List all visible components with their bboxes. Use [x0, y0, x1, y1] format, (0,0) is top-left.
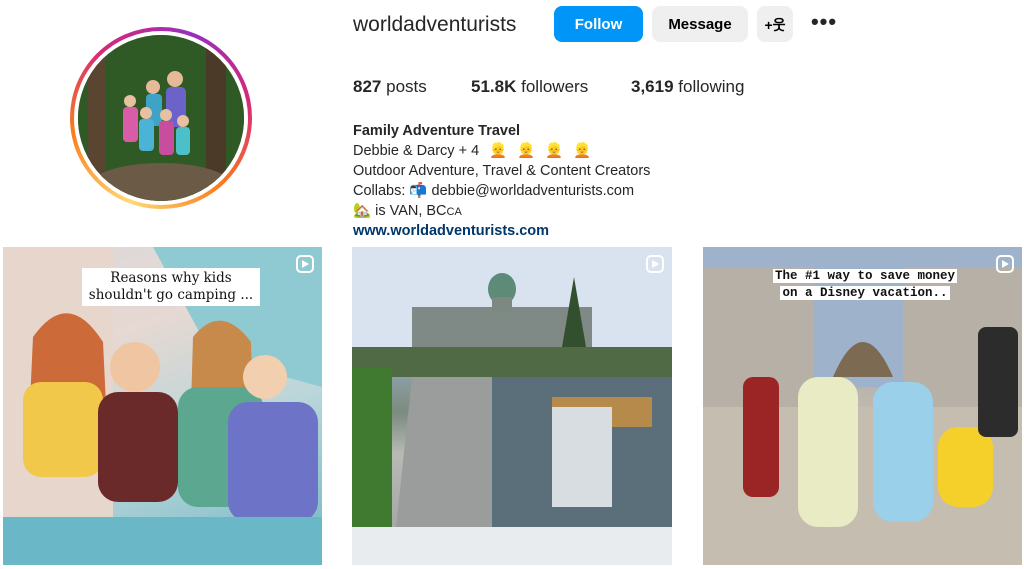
profile-bio: Family Adventure Travel Debbie & Darcy +…	[353, 121, 650, 241]
person-emoji-icon: 👱	[489, 143, 508, 159]
person-emoji-icon: 👱	[545, 143, 564, 159]
reel-icon	[646, 255, 664, 273]
suggest-accounts-button[interactable]: +웃	[757, 6, 793, 42]
bio-location-text: is VAN, BC	[375, 203, 447, 219]
followers-count: 51.8K	[471, 77, 517, 96]
reel-icon	[996, 255, 1014, 273]
posts-count: 827	[353, 77, 382, 96]
following-label: following	[678, 77, 745, 96]
post-caption-line: shouldn't go camping ...	[88, 287, 254, 303]
bio-email: debbie@worldadventurists.com	[431, 183, 635, 199]
profile-username: worldadventurists	[353, 13, 517, 36]
bio-line-collabs: Collabs: 📬 debbie@worldadventurists.com	[353, 181, 650, 201]
person-emoji-icon: 👱	[517, 143, 536, 159]
more-options-icon[interactable]: •••	[808, 10, 840, 38]
post-caption: The #1 way to save money on a Disney vac…	[759, 268, 971, 302]
following-count: 3,619	[631, 77, 674, 96]
post-2-photo	[352, 247, 672, 565]
person-emoji-icon: 👱	[573, 143, 592, 159]
bio-website-link[interactable]: www.worldadventurists.com	[353, 221, 650, 241]
bio-line-family: Debbie & Darcy + 4 👱 👱 👱 👱	[353, 141, 650, 161]
post-caption-line: The #1 way to save money	[772, 269, 958, 283]
post-tile[interactable]: Reasons why kids shouldn't go camping ..…	[3, 247, 322, 565]
follow-button[interactable]: Follow	[554, 6, 643, 42]
house-icon: 🏡	[353, 203, 372, 219]
add-person-icon: +웃	[764, 17, 786, 33]
bio-line-location: 🏡 is VAN, BCCA	[353, 201, 650, 221]
bio-collabs-label: Collabs:	[353, 183, 406, 199]
reel-icon	[296, 255, 314, 273]
post-tile[interactable]	[352, 247, 672, 565]
bio-line-description: Outdoor Adventure, Travel & Content Crea…	[353, 163, 651, 179]
mailbox-icon: 📬	[409, 183, 428, 199]
post-tile[interactable]: The #1 way to save money on a Disney vac…	[703, 247, 1022, 565]
bio-name: Family Adventure Travel	[353, 123, 521, 139]
bio-location-flag: CA	[446, 206, 462, 218]
message-button[interactable]: Message	[652, 6, 748, 42]
post-caption-line: on a Disney vacation..	[780, 286, 950, 300]
stat-posts: 827 posts	[353, 76, 427, 98]
avatar-photo-art	[78, 35, 244, 201]
followers-label: followers	[521, 77, 589, 96]
stat-following[interactable]: 3,619 following	[631, 76, 744, 98]
profile-avatar-ring[interactable]	[70, 27, 252, 209]
bio-family-text: Debbie & Darcy + 4	[353, 143, 480, 159]
post-caption-line: Reasons why kids	[110, 270, 232, 286]
post-caption: Reasons why kids shouldn't go camping ..…	[82, 268, 260, 306]
stat-followers[interactable]: 51.8K followers	[471, 76, 588, 98]
posts-label: posts	[386, 77, 427, 96]
avatar[interactable]	[78, 35, 244, 201]
